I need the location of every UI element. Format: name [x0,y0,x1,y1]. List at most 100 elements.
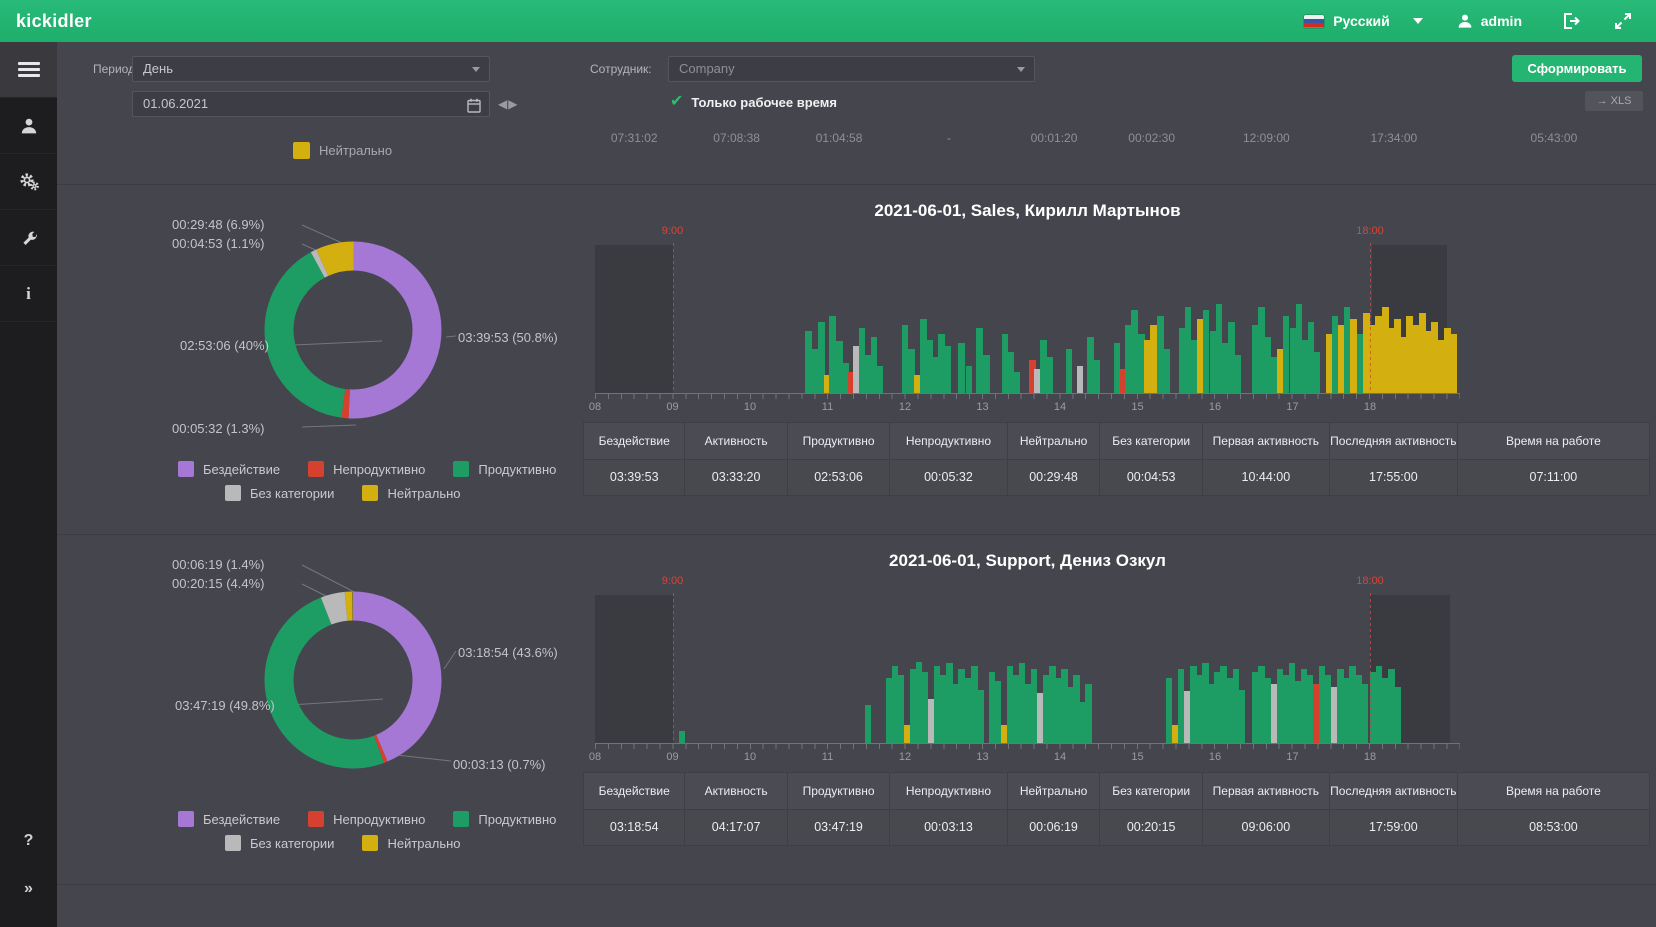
sidebar: i ? » [0,42,57,927]
legend-item: Без категории [225,835,334,851]
donut-slice-label: 00:29:48 (6.9%) [172,217,265,232]
table-cell: Активность [685,772,788,810]
axis-hour-label: 11 [821,401,834,413]
axis-hour-label: 17 [1286,401,1299,413]
table-cell: Без категории [1100,772,1203,810]
axis-hour-label: 13 [976,401,989,413]
sidebar-item-tools[interactable] [0,210,57,266]
legend-item-neutral: Нейтрально [293,142,392,159]
summary-table: Бездействие Активность Продуктивно Непродук… [583,772,1650,846]
table-cell: 00:04:53 [1100,460,1203,496]
table-cell: 17:55:00 [1329,460,1458,496]
axis-hour-label: 08 [588,751,602,763]
axis-hour-label: 09 [666,401,679,413]
axis-hour-label: 14 [1053,401,1067,413]
table-cell: 00:05:32 [890,460,1008,496]
axis-hour-label: 13 [976,751,989,763]
table-header-row: Бездействие Активность Продуктивно Непродук… [583,772,1650,810]
summary-table: Бездействие Активность Продуктивно Непродук… [583,422,1650,496]
axis-hour-label: 14 [1053,751,1067,763]
axis-hour-label: 09 [666,751,679,763]
donut-slice-label: 00:20:15 (4.4%) [172,576,265,591]
sidebar-item-settings[interactable] [0,154,57,210]
table-cell: 03:33:20 [685,460,788,496]
donut-pane: 00:06:19 (1.4%) 00:20:15 (4.4%) 03:47:19 (… [150,535,580,885]
donut-slice-label: 02:53:06 (40%) [180,338,269,353]
activity-timeline-chart: 9:00 18:00 [595,575,1460,743]
donut-slice-label: 00:05:32 (1.3%) [172,421,265,436]
sidebar-item-reports[interactable] [0,42,57,98]
work-hours-marker-line [1370,593,1372,743]
timeline-axis: 08 09 10 11 12 13 14 15 16 17 18 [589,743,1460,763]
table-cell: Бездействие [583,772,686,810]
table-cell: Активность [685,422,788,460]
main-content: Период: День 01.06.2021 ◀▶ Сотрудник: Co… [57,42,1656,927]
axis-hour-label: 10 [743,401,757,413]
axis-hour-label: 18 [1363,751,1377,763]
fullscreen-button[interactable] [1610,8,1636,34]
timeline-pane: 2021-06-01, Sales, Кирилл Мартынов 9:00 1… [583,185,1650,496]
table-cell: Нейтрально [1007,422,1101,460]
axis-hour-label: 10 [743,751,757,763]
sidebar-item-employees[interactable] [0,98,57,154]
axis-hour-label: 11 [821,751,834,763]
chart-legend: Бездействие Непродуктивно Продуктивно Без к… [178,811,556,859]
table-cell: 00:01:20 [1030,131,1078,145]
collapse-sidebar-button[interactable]: » [0,865,57,913]
axis-hour-label: 12 [898,401,912,413]
legend-item: Непродуктивно [308,811,425,827]
activity-donut-chart [264,241,442,419]
axis-hour-label: 16 [1208,751,1222,763]
work-hours-marker-label: 9:00 [661,575,684,587]
legend-item: Продуктивно [453,461,556,477]
table-cell: 04:17:07 [685,810,788,846]
language-label: Русский [1333,13,1390,29]
donut-slice-label: 03:39:53 (50.8%) [458,330,558,345]
axis-hour-label: 12 [898,751,912,763]
table-cell: 17:34:00 [1370,131,1418,145]
report-title: 2021-06-01, Sales, Кирилл Мартынов [874,201,1181,220]
table-cell: 08:53:00 [1457,810,1650,846]
table-cell: 12:09:00 [1243,131,1290,145]
table-cell: - [946,131,951,145]
table-cell: 09:06:00 [1202,810,1330,846]
table-cell: Первая активность [1202,422,1330,460]
user-menu[interactable]: admin [1457,13,1522,29]
language-selector[interactable]: Русский [1304,13,1423,29]
donut-pane: 00:29:48 (6.9%) 00:04:53 (1.1%) 02:53:06 (… [150,185,580,535]
expand-icon [1615,13,1631,29]
work-hours-marker-label: 18:00 [1356,225,1384,237]
table-cell: Время на работе [1457,422,1650,460]
table-cell: 07:31:02 [610,131,658,145]
legend-item: Непродуктивно [308,461,425,477]
table-cell: 17:59:00 [1329,810,1458,846]
table-cell: 00:29:48 [1007,460,1101,496]
timeline-axis: 08 09 10 11 12 13 14 15 16 17 18 [589,393,1460,413]
previous-report-values-row: 07:31:02 07:08:38 01:04:58 - 00:01:20 00:02:3… [583,126,1650,150]
table-cell: Продуктивно [787,422,891,460]
table-cell: Первая активность [1202,772,1330,810]
axis-hour-label: 17 [1286,751,1299,763]
app-header: kickidler Русский admin [0,0,1656,42]
gears-icon [19,172,39,190]
axis-hour-label: 08 [588,401,602,413]
axis-hour-label: 15 [1131,401,1144,413]
activity-timeline-chart: 9:00 18:00 [595,225,1460,393]
work-hours-marker-label: 18:00 [1356,575,1384,587]
report-section: 00:29:48 (6.9%) 00:04:53 (1.1%) 02:53:06 (… [57,185,1656,535]
activity-donut-chart [264,591,442,769]
logo[interactable]: kickidler [0,11,120,32]
table-cell: Непродуктивно [890,772,1008,810]
info-icon: i [26,283,31,303]
legend-item: Продуктивно [453,811,556,827]
neutral-color-swatch [293,142,310,159]
legend-item: Бездействие [178,461,280,477]
donut-slice-label: 00:03:13 (0.7%) [453,757,546,772]
help-button[interactable]: ? [0,817,57,865]
sidebar-item-info[interactable]: i [0,266,57,322]
table-cell: Без категории [1100,422,1203,460]
table-cell: 05:43:00 [1530,131,1578,145]
non-working-time-block [595,245,673,393]
table-cell: 07:11:00 [1457,460,1650,496]
logout-button[interactable] [1558,8,1584,34]
